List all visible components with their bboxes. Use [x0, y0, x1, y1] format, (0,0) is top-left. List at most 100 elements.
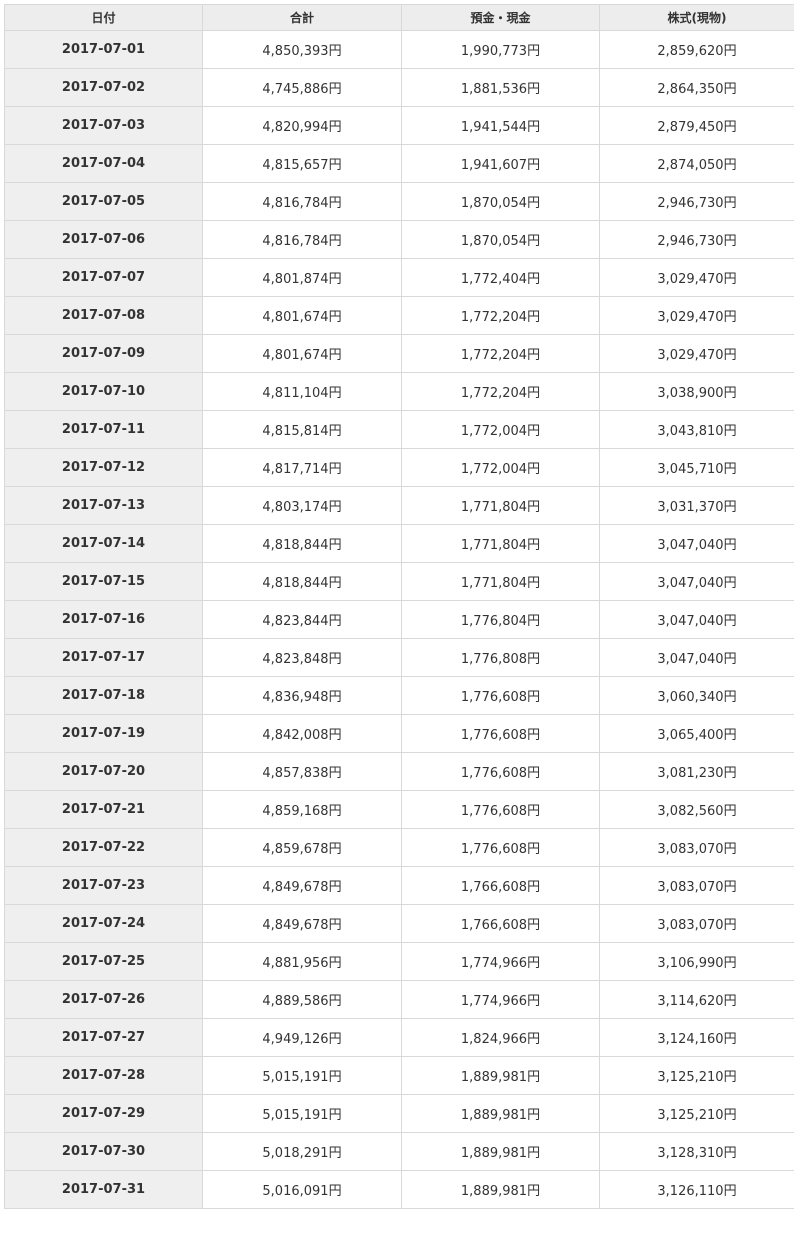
row-stocks-spot-cell: 3,038,900円 [599, 372, 794, 411]
table-row: 2017-07-21 4,859,168円 1,776,608円 3,082,560円 [4, 790, 794, 829]
table-row: 2017-07-18 4,836,948円 1,776,608円 3,060,340円 [4, 676, 794, 715]
row-stocks-spot-cell: 3,047,040円 [599, 600, 794, 639]
row-date-cell: 2017-07-03 [4, 106, 203, 145]
row-deposits-cash-cell: 1,774,966円 [401, 942, 600, 981]
row-total-cell: 4,889,586円 [202, 980, 402, 1019]
table-row: 2017-07-23 4,849,678円 1,766,608円 3,083,070円 [4, 866, 794, 905]
table-header-row: 日付 合計 預金・現金 株式(現物) [4, 4, 794, 31]
row-date-cell: 2017-07-31 [4, 1170, 203, 1209]
row-date-cell: 2017-07-26 [4, 980, 203, 1019]
row-total-cell: 5,015,191円 [202, 1056, 402, 1095]
table-row: 2017-07-02 4,745,886円 1,881,536円 2,864,350円 [4, 68, 794, 107]
row-total-cell: 4,815,657円 [202, 144, 402, 183]
table-row: 2017-07-30 5,018,291円 1,889,981円 3,128,310円 [4, 1132, 794, 1171]
row-date-cell: 2017-07-09 [4, 334, 203, 373]
row-deposits-cash-cell: 1,776,608円 [401, 790, 600, 829]
row-deposits-cash-cell: 1,990,773円 [401, 30, 600, 69]
row-deposits-cash-cell: 1,771,804円 [401, 524, 600, 563]
row-date-cell: 2017-07-14 [4, 524, 203, 563]
column-header-deposits-cash: 預金・現金 [401, 4, 600, 31]
row-stocks-spot-cell: 3,083,070円 [599, 904, 794, 943]
row-stocks-spot-cell: 3,043,810円 [599, 410, 794, 449]
row-stocks-spot-cell: 2,946,730円 [599, 182, 794, 221]
row-total-cell: 4,949,126円 [202, 1018, 402, 1057]
table-row: 2017-07-01 4,850,393円 1,990,773円 2,859,620円 [4, 30, 794, 69]
table-row: 2017-07-14 4,818,844円 1,771,804円 3,047,040円 [4, 524, 794, 563]
row-date-cell: 2017-07-08 [4, 296, 203, 335]
row-deposits-cash-cell: 1,941,544円 [401, 106, 600, 145]
table-row: 2017-07-17 4,823,848円 1,776,808円 3,047,040円 [4, 638, 794, 677]
row-date-cell: 2017-07-19 [4, 714, 203, 753]
asset-history-table: 日付 合計 預金・現金 株式(現物) 2017-07-01 4,850,393円 1… [4, 4, 794, 1209]
row-deposits-cash-cell: 1,889,981円 [401, 1056, 600, 1095]
row-date-cell: 2017-07-15 [4, 562, 203, 601]
row-deposits-cash-cell: 1,772,004円 [401, 448, 600, 487]
row-date-cell: 2017-07-11 [4, 410, 203, 449]
row-stocks-spot-cell: 3,124,160円 [599, 1018, 794, 1057]
row-stocks-spot-cell: 3,047,040円 [599, 638, 794, 677]
row-total-cell: 4,823,844円 [202, 600, 402, 639]
row-stocks-spot-cell: 3,047,040円 [599, 524, 794, 563]
row-stocks-spot-cell: 2,864,350円 [599, 68, 794, 107]
table-row: 2017-07-07 4,801,874円 1,772,404円 3,029,470円 [4, 258, 794, 297]
row-total-cell: 4,803,174円 [202, 486, 402, 525]
row-deposits-cash-cell: 1,776,608円 [401, 676, 600, 715]
table-row: 2017-07-16 4,823,844円 1,776,804円 3,047,040円 [4, 600, 794, 639]
table-row: 2017-07-10 4,811,104円 1,772,204円 3,038,900円 [4, 372, 794, 411]
row-deposits-cash-cell: 1,772,004円 [401, 410, 600, 449]
row-total-cell: 4,842,008円 [202, 714, 402, 753]
row-deposits-cash-cell: 1,889,981円 [401, 1170, 600, 1209]
row-total-cell: 4,823,848円 [202, 638, 402, 677]
row-date-cell: 2017-07-27 [4, 1018, 203, 1057]
row-date-cell: 2017-07-01 [4, 30, 203, 69]
row-date-cell: 2017-07-07 [4, 258, 203, 297]
table-row: 2017-07-19 4,842,008円 1,776,608円 3,065,400円 [4, 714, 794, 753]
table-row: 2017-07-06 4,816,784円 1,870,054円 2,946,730円 [4, 220, 794, 259]
row-deposits-cash-cell: 1,772,204円 [401, 334, 600, 373]
row-deposits-cash-cell: 1,941,607円 [401, 144, 600, 183]
table-row: 2017-07-15 4,818,844円 1,771,804円 3,047,040円 [4, 562, 794, 601]
row-total-cell: 4,859,678円 [202, 828, 402, 867]
table-row: 2017-07-22 4,859,678円 1,776,608円 3,083,070円 [4, 828, 794, 867]
table-row: 2017-07-05 4,816,784円 1,870,054円 2,946,730円 [4, 182, 794, 221]
row-stocks-spot-cell: 3,029,470円 [599, 258, 794, 297]
row-date-cell: 2017-07-13 [4, 486, 203, 525]
row-date-cell: 2017-07-23 [4, 866, 203, 905]
row-stocks-spot-cell: 2,879,450円 [599, 106, 794, 145]
table-row: 2017-07-08 4,801,674円 1,772,204円 3,029,470円 [4, 296, 794, 335]
row-total-cell: 4,811,104円 [202, 372, 402, 411]
row-deposits-cash-cell: 1,776,808円 [401, 638, 600, 677]
row-total-cell: 4,818,844円 [202, 524, 402, 563]
row-deposits-cash-cell: 1,774,966円 [401, 980, 600, 1019]
row-stocks-spot-cell: 3,128,310円 [599, 1132, 794, 1171]
table-row: 2017-07-20 4,857,838円 1,776,608円 3,081,230円 [4, 752, 794, 791]
row-stocks-spot-cell: 3,045,710円 [599, 448, 794, 487]
row-stocks-spot-cell: 3,106,990円 [599, 942, 794, 981]
row-stocks-spot-cell: 3,125,210円 [599, 1056, 794, 1095]
column-header-stocks-spot: 株式(現物) [599, 4, 794, 31]
row-deposits-cash-cell: 1,776,804円 [401, 600, 600, 639]
row-date-cell: 2017-07-30 [4, 1132, 203, 1171]
table-row: 2017-07-13 4,803,174円 1,771,804円 3,031,370円 [4, 486, 794, 525]
row-stocks-spot-cell: 3,029,470円 [599, 334, 794, 373]
table-row: 2017-07-24 4,849,678円 1,766,608円 3,083,070円 [4, 904, 794, 943]
row-total-cell: 4,816,784円 [202, 220, 402, 259]
row-stocks-spot-cell: 2,859,620円 [599, 30, 794, 69]
row-stocks-spot-cell: 3,083,070円 [599, 828, 794, 867]
row-date-cell: 2017-07-22 [4, 828, 203, 867]
row-total-cell: 4,816,784円 [202, 182, 402, 221]
row-deposits-cash-cell: 1,772,404円 [401, 258, 600, 297]
row-stocks-spot-cell: 3,031,370円 [599, 486, 794, 525]
table-row: 2017-07-09 4,801,674円 1,772,204円 3,029,470円 [4, 334, 794, 373]
table-row: 2017-07-28 5,015,191円 1,889,981円 3,125,210円 [4, 1056, 794, 1095]
row-date-cell: 2017-07-29 [4, 1094, 203, 1133]
row-stocks-spot-cell: 3,082,560円 [599, 790, 794, 829]
row-date-cell: 2017-07-06 [4, 220, 203, 259]
row-stocks-spot-cell: 3,060,340円 [599, 676, 794, 715]
row-deposits-cash-cell: 1,766,608円 [401, 866, 600, 905]
table-row: 2017-07-03 4,820,994円 1,941,544円 2,879,450円 [4, 106, 794, 145]
row-total-cell: 4,801,674円 [202, 334, 402, 373]
row-deposits-cash-cell: 1,771,804円 [401, 486, 600, 525]
row-deposits-cash-cell: 1,889,981円 [401, 1132, 600, 1171]
table-row: 2017-07-27 4,949,126円 1,824,966円 3,124,160円 [4, 1018, 794, 1057]
